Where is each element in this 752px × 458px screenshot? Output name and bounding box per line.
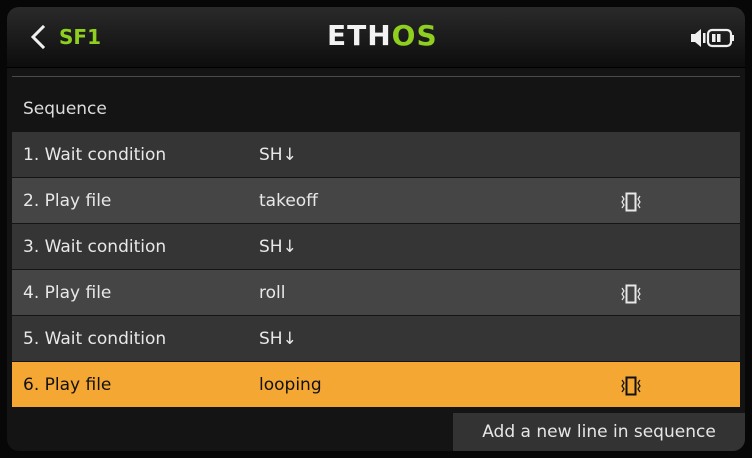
row-name: 5. Wait condition [23,329,167,349]
vibrate-icon[interactable] [618,192,644,212]
header-bar: SF1 ETHOS [7,7,745,68]
row-value: roll [259,283,286,303]
row-value: SH↓ [259,329,297,349]
row-value: SH↓ [259,145,297,165]
row-value: SH↓ [259,237,297,257]
row-name: 1. Wait condition [23,145,167,165]
section-header: Sequence [12,87,740,131]
sequence-row-2[interactable]: 2. Play file takeoff [12,177,740,223]
ethos-logo: ETHOS [327,19,438,52]
add-line-button[interactable]: Add a new line in sequence [453,413,745,451]
row-name: 6. Play file [23,375,112,395]
status-icons[interactable] [687,25,737,51]
page-title: SF1 [59,25,101,49]
sequence-row-1[interactable]: 1. Wait condition SH↓ [12,131,740,177]
chevron-left-icon [30,24,46,50]
sequence-row-4[interactable]: 4. Play file roll [12,269,740,315]
row-name: 2. Play file [23,191,112,211]
sequence-row-5[interactable]: 5. Wait condition SH↓ [12,315,740,361]
row-name: 4. Play file [23,283,112,303]
vibrate-icon[interactable] [618,284,644,304]
sequence-list: 1. Wait condition SH↓ 2. Play file takeo… [12,131,740,407]
vibrate-icon[interactable] [618,376,644,396]
divider [12,76,740,77]
sequence-row-3[interactable]: 3. Wait condition SH↓ [12,223,740,269]
sequence-row-6[interactable]: 6. Play file looping [12,361,740,407]
speaker-icon [691,29,706,47]
battery-icon [706,28,734,48]
back-button[interactable] [21,17,61,57]
screen-frame: SF1 ETHOS Sequence 1. Wait condition SH↓… [7,7,745,451]
row-value: takeoff [259,191,318,211]
row-value: looping [259,375,322,395]
row-name: 3. Wait condition [23,237,167,257]
